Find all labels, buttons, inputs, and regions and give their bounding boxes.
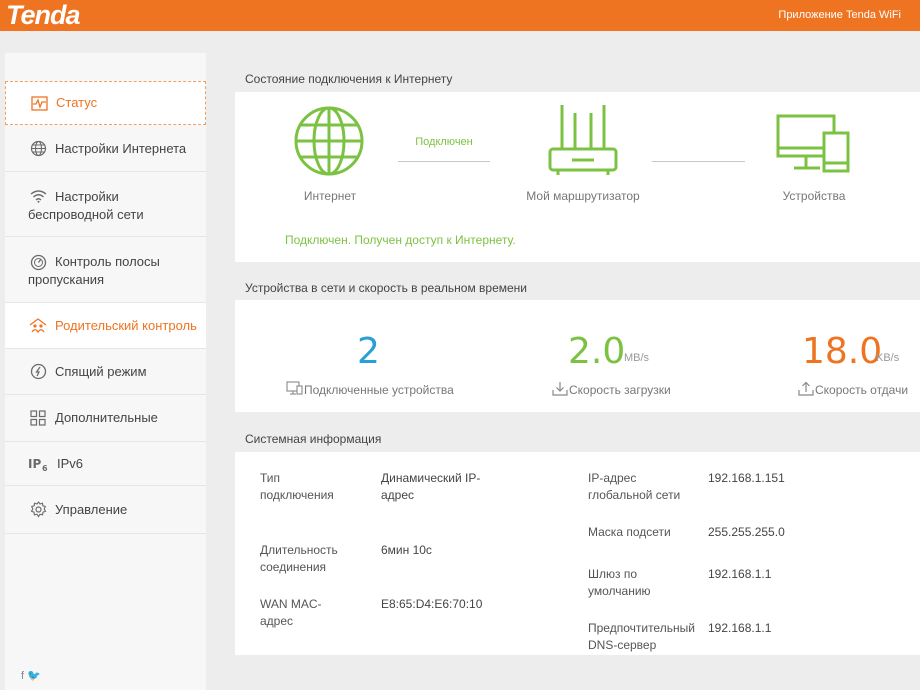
sidebar-item-label: Родительский контроль <box>55 317 197 333</box>
sidebar-item-parental-control[interactable]: Родительский контроль <box>5 303 206 349</box>
upload-speed-stat: Скорость отдачи <box>798 381 908 399</box>
ipv6-icon: IP 6 <box>28 455 50 473</box>
connected-devices-stat[interactable]: Подключенные устройства <box>286 381 454 398</box>
svg-text:IP: IP <box>28 457 41 471</box>
gear-icon <box>29 501 47 519</box>
sidebar-item-label: IPv6 <box>57 455 84 471</box>
download-speed-unit: MB/s <box>624 352 650 364</box>
info-value: 192.168.1.151 <box>708 471 785 485</box>
sidebar-item-advanced[interactable]: Дополнительные <box>5 395 206 442</box>
download-speed-stat: Скорость загрузки <box>552 381 671 399</box>
system-info-panel: Тип подключения Динамический IP-адрес Дл… <box>235 452 920 655</box>
sidebar-item-wireless[interactable]: Настройки беспроводной сети <box>5 172 206 237</box>
sidebar-item-label: Спящий режим <box>55 363 147 379</box>
info-value: E8:65:D4:E6:70:10 <box>381 597 483 611</box>
sidebar: Статус Настройки Интернета Настройки бес… <box>5 53 206 690</box>
connected-devices-label: Подключенные устройства <box>304 382 454 397</box>
info-value: Динамический IP-адрес <box>381 471 481 502</box>
grid-icon <box>29 409 47 427</box>
monitor-icon <box>286 381 303 398</box>
sidebar-item-ipv6[interactable]: IP 6 IPv6 <box>5 442 206 486</box>
social-links[interactable]: f 🐦 <box>21 669 41 682</box>
svg-text:6: 6 <box>42 464 48 472</box>
sidebar-item-sleep-mode[interactable]: Спящий режим <box>5 349 206 395</box>
download-speed-label: Скорость загрузки <box>569 383 671 397</box>
info-key: Тип подключения <box>260 471 334 502</box>
upload-speed-value: 18.0 <box>802 331 883 372</box>
info-key: WAN MAC-адрес <box>260 597 322 628</box>
sleep-icon <box>29 363 47 381</box>
info-key: Шлюз по умолчанию <box>588 567 651 598</box>
info-value: 192.168.1.1 <box>708 621 772 635</box>
status-chart-icon <box>30 94 48 112</box>
tenda-logo[interactable]: Tenda <box>6 0 81 30</box>
sidebar-item-label: Статус <box>56 95 98 110</box>
bottom-strip <box>206 655 920 690</box>
info-key: Маска подсети <box>588 525 671 539</box>
info-value: 192.168.1.1 <box>708 567 772 581</box>
info-key: Длительность соединения <box>260 543 338 574</box>
connection-status-message: Подключен. Получен доступ к Интернету. <box>285 233 516 247</box>
tenda-wifi-app-link[interactable]: Приложение Tenda WiFi <box>778 9 901 21</box>
internet-globe-icon <box>292 105 366 182</box>
upload-speed-label: Скорость отдачи <box>815 383 909 397</box>
devices-label: Устройства <box>782 189 846 203</box>
sidebar-item-status[interactable]: Статус <box>5 81 206 125</box>
sidebar-item-label: Управление <box>55 501 128 517</box>
connected-devices-count[interactable]: 2 <box>357 331 380 372</box>
download-icon <box>552 381 568 399</box>
devices-icon <box>776 113 852 182</box>
sidebar-item-label: Настройки Интернета <box>55 140 187 156</box>
top-bar: Tenda Приложение Tenda WiFi <box>0 0 920 31</box>
link-state-label: Подключен <box>415 136 473 148</box>
sidebar-item-bandwidth[interactable]: Контроль полосы пропускания <box>5 237 206 303</box>
router-icon <box>548 103 618 182</box>
sidebar-item-internet-settings[interactable]: Настройки Интернета <box>5 126 206 172</box>
family-icon <box>29 317 47 335</box>
info-key: IP-адрес глобальной сети <box>588 471 681 502</box>
sidebar-item-label: Дополнительные <box>55 410 158 425</box>
upload-icon <box>798 381 814 399</box>
router-devices-link-line <box>652 161 745 162</box>
router-label: Мой маршрутизатор <box>526 189 640 203</box>
globe-icon <box>29 140 47 158</box>
sidebar-item-label: Настройки беспроводной сети <box>28 189 144 222</box>
sidebar-item-management[interactable]: Управление <box>5 486 206 534</box>
download-speed-value: 2.0 <box>568 331 626 372</box>
internet-label: Интернет <box>303 189 357 203</box>
internet-router-link-line <box>398 161 490 162</box>
realtime-section-title: Устройства в сети и скорость в реальном … <box>245 281 527 295</box>
system-section-title: Системная информация <box>245 432 382 446</box>
info-value: 6мин 10с <box>381 543 432 557</box>
connection-section-title: Состояние подключения к Интернету <box>245 72 453 86</box>
info-key: Предпочтительный DNS-сервер <box>588 621 695 652</box>
sidebar-item-label: Контроль полосы пропускания <box>28 254 160 287</box>
upload-speed-unit: KB/s <box>876 352 900 364</box>
info-value: 255.255.255.0 <box>708 525 785 539</box>
